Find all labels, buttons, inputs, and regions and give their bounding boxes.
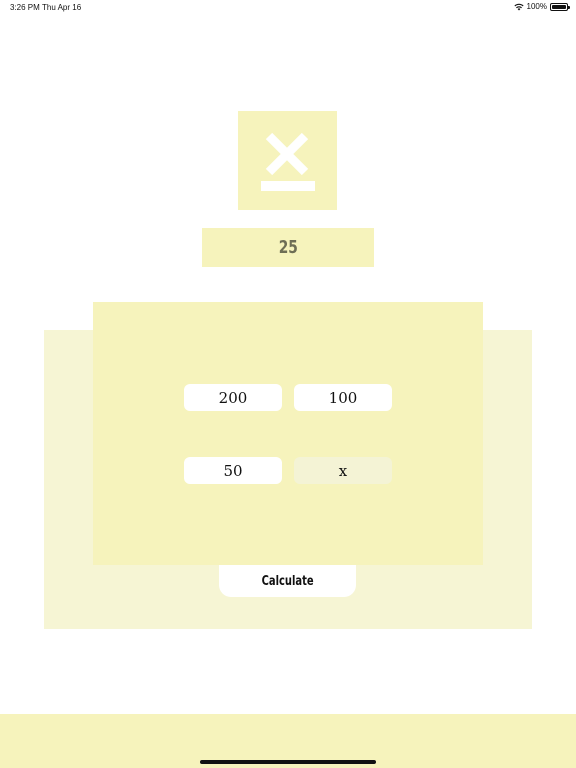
operation-icon-box <box>238 111 337 210</box>
multiply-icon <box>261 132 315 191</box>
calculate-button-label: Calculate <box>261 573 314 589</box>
home-indicator[interactable] <box>200 760 376 764</box>
calculate-button[interactable]: Calculate <box>219 565 356 597</box>
wifi-icon <box>513 3 524 10</box>
operator-field[interactable]: x <box>294 457 392 484</box>
battery-percent: 100% <box>526 2 547 11</box>
status-bar: 3:26 PM Thu Apr 16 100% <box>0 0 576 16</box>
status-indicators: 100% <box>513 2 570 11</box>
calculator-input-panel: 200 100 50 x <box>93 302 483 565</box>
first-number-field[interactable]: 200 <box>184 384 282 411</box>
status-date: Thu Apr 16 <box>42 3 82 12</box>
result-display: 25 <box>202 228 374 267</box>
result-value: 25 <box>278 237 298 258</box>
third-number-field[interactable]: 50 <box>184 457 282 484</box>
battery-icon <box>550 2 570 11</box>
status-time: 3:26 PM <box>10 3 40 12</box>
second-number-field[interactable]: 100 <box>294 384 392 411</box>
